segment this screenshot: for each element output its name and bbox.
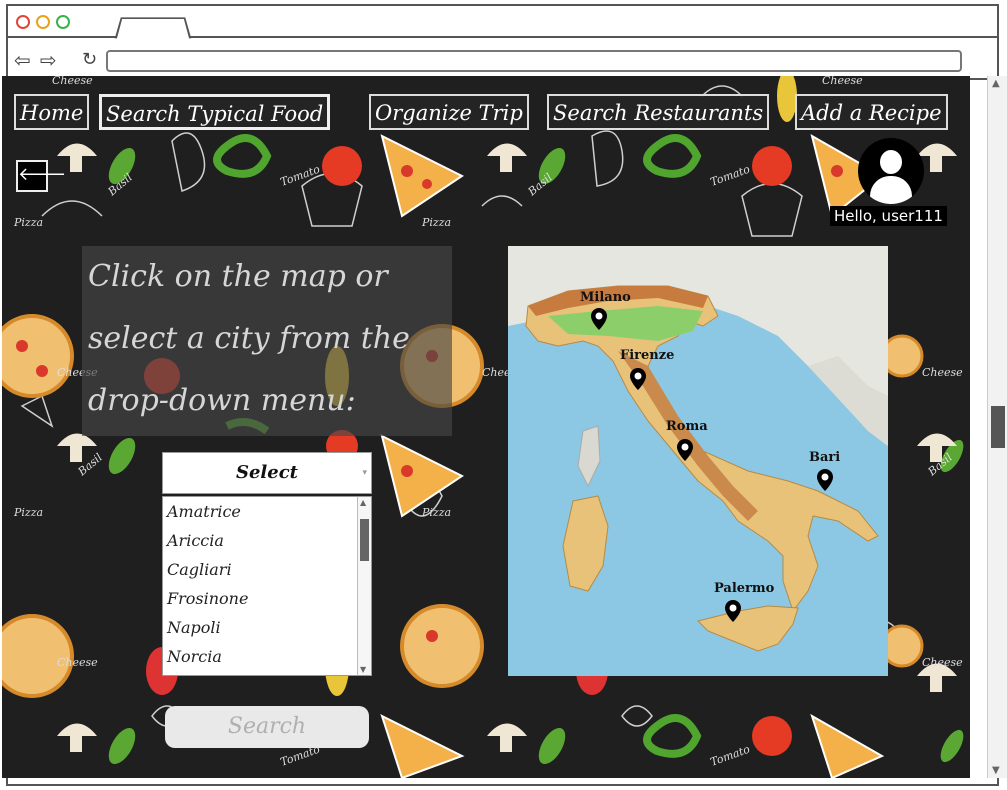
svg-text:Tomato: Tomato: [709, 162, 752, 188]
city-listbox[interactable]: Amatrice Ariccia Cagliari Frosinone Napo…: [162, 496, 372, 676]
maximize-window-icon[interactable]: [56, 15, 70, 29]
map-city-label-milano: Milano: [580, 290, 631, 305]
map-pin-firenze-icon[interactable]: [630, 368, 646, 390]
city-select-label: Select: [235, 462, 298, 483]
arrow-left-icon: 🡐: [18, 164, 67, 185]
scroll-up-icon[interactable]: ▲: [992, 78, 1000, 89]
scroll-down-icon[interactable]: ▼: [992, 765, 1000, 776]
svg-text:Pizza: Pizza: [13, 506, 43, 519]
city-option-cagliari[interactable]: Cagliari: [163, 555, 371, 584]
address-bar: ⇦ ⇨ ↻: [8, 40, 997, 80]
url-input[interactable]: [106, 50, 962, 72]
map-pin-bari-icon[interactable]: [817, 469, 833, 491]
back-arrow-icon[interactable]: ⇦: [14, 50, 31, 70]
map-city-label-bari: Bari: [809, 450, 841, 465]
map-city-label-firenze: Firenze: [620, 348, 675, 363]
nav-search-typical-food-button[interactable]: Search Typical Food: [99, 94, 331, 130]
page-content: Cheese Basil Tomato Pizza Pizza Cheese Chee…: [2, 76, 970, 778]
user-greeting: Hello, user111: [830, 206, 947, 226]
listbox-scrollbar[interactable]: ▲ ▼: [357, 497, 371, 675]
browser-tab[interactable]: [114, 17, 192, 39]
svg-text:Cheese: Cheese: [922, 366, 963, 379]
listbox-scroll-thumb[interactable]: [360, 519, 369, 561]
forward-arrow-icon[interactable]: ⇨: [40, 50, 57, 70]
close-window-icon[interactable]: [16, 15, 30, 29]
nav-home-button[interactable]: Home: [14, 94, 90, 130]
svg-text:Cheese: Cheese: [822, 76, 863, 87]
scroll-down-icon[interactable]: ▼: [360, 665, 366, 674]
search-button[interactable]: Search: [165, 706, 369, 748]
svg-text:Basil: Basil: [75, 450, 105, 478]
svg-text:Basil: Basil: [925, 450, 955, 478]
page-scrollbar[interactable]: ▲ ▼: [987, 76, 1007, 778]
minimize-window-icon[interactable]: [36, 15, 50, 29]
scroll-up-icon[interactable]: ▲: [360, 498, 366, 507]
nav-organize-trip-button[interactable]: Organize Trip: [369, 94, 529, 130]
instructions-line-1: Click on the map or: [88, 259, 388, 294]
city-option-frosinone[interactable]: Frosinone: [163, 584, 371, 613]
svg-text:Pizza: Pizza: [421, 506, 451, 519]
svg-text:Cheese: Cheese: [52, 76, 93, 87]
city-option-norcia[interactable]: Norcia: [163, 642, 371, 671]
city-option-napoli[interactable]: Napoli: [163, 613, 371, 642]
user-avatar-icon[interactable]: [858, 138, 924, 204]
title-bar: [8, 6, 997, 39]
city-select[interactable]: Select ▾: [162, 452, 372, 494]
svg-text:Basil: Basil: [525, 170, 555, 198]
back-button[interactable]: 🡐: [16, 160, 66, 192]
instructions-line-3: drop-down menu:: [88, 383, 356, 418]
map-city-label-roma: Roma: [666, 419, 708, 434]
italy-map[interactable]: Milano Firenze Roma Bari Palermo: [508, 246, 888, 676]
map-pin-palermo-icon[interactable]: [725, 600, 741, 622]
svg-text:Pizza: Pizza: [13, 216, 43, 229]
map-city-label-palermo: Palermo: [714, 581, 775, 596]
nav-search-restaurants-button[interactable]: Search Restaurants: [547, 94, 770, 130]
city-option-amatrice[interactable]: Amatrice: [163, 497, 371, 526]
svg-text:Basil: Basil: [105, 170, 135, 198]
svg-text:Cheese: Cheese: [57, 656, 98, 669]
instructions-line-2: select a city from the: [88, 321, 410, 356]
chevron-down-icon: ▾: [362, 468, 367, 478]
map-pin-roma-icon[interactable]: [677, 439, 693, 461]
nav-add-recipe-button[interactable]: Add a Recipe: [795, 94, 948, 130]
reload-icon[interactable]: ↻: [82, 51, 97, 69]
svg-text:Cheese: Cheese: [922, 656, 963, 669]
city-option-ariccia[interactable]: Ariccia: [163, 526, 371, 555]
svg-text:Pizza: Pizza: [421, 216, 451, 229]
svg-text:Tomato: Tomato: [279, 162, 322, 188]
svg-text:Tomato: Tomato: [709, 742, 752, 768]
instructions-panel: Click on the map or select a city from t…: [82, 246, 452, 436]
map-pin-milano-icon[interactable]: [591, 308, 607, 330]
page-scroll-thumb[interactable]: [991, 406, 1005, 448]
